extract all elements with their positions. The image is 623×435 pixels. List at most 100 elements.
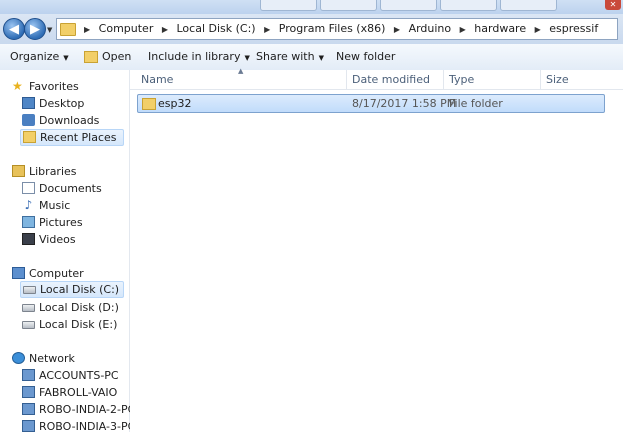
pictures-icon	[22, 216, 35, 228]
documents-icon	[22, 182, 35, 194]
chevron-right-icon[interactable]: ▶	[394, 25, 400, 34]
chevron-right-icon[interactable]: ▶	[162, 25, 168, 34]
nav-favorites-label: Favorites	[29, 80, 79, 93]
nav-libraries-label: Libraries	[29, 165, 77, 178]
open-folder-icon	[84, 51, 98, 63]
file-list-pane[interactable]: ▲ Name Date modified Type Size esp32 8/1…	[130, 67, 623, 432]
nav-music[interactable]: ♪ Music	[22, 198, 122, 214]
share-with-button[interactable]: Share with ▼	[256, 50, 324, 63]
nav-network-pc-label: ROBO-INDIA-3-PC	[39, 420, 136, 433]
nav-pictures[interactable]: Pictures	[22, 215, 122, 231]
nav-local-disk-c-label: Local Disk (C:)	[40, 283, 120, 296]
command-toolbar: Organize ▼ Open Include in library ▼ Share…	[0, 44, 623, 71]
desktop-icon	[22, 97, 35, 109]
nav-computer[interactable]: Computer	[12, 266, 122, 282]
column-divider[interactable]	[443, 70, 444, 89]
folder-icon	[142, 98, 156, 110]
breadcrumb-arduino[interactable]: Arduino	[409, 22, 452, 35]
column-divider[interactable]	[540, 70, 541, 89]
nav-libraries[interactable]: Libraries	[12, 164, 122, 180]
network-icon	[12, 352, 25, 364]
breadcrumb-program-files[interactable]: Program Files (x86)	[279, 22, 386, 35]
nav-network-pc-label: ACCOUNTS-PC	[39, 369, 119, 382]
new-folder-label: New folder	[336, 50, 396, 63]
forward-button[interactable]: ▶	[24, 18, 46, 40]
nav-local-disk-e[interactable]: Local Disk (E:)	[22, 317, 122, 333]
chevron-right-icon[interactable]: ▶	[460, 25, 466, 34]
include-in-library-label: Include in library	[148, 50, 241, 63]
background-tab[interactable]	[380, 0, 437, 11]
file-date-modified: 8/17/2017 1:58 PM	[352, 97, 457, 110]
nav-recent-places[interactable]: Recent Places	[20, 129, 124, 146]
nav-downloads[interactable]: Downloads	[22, 113, 122, 129]
new-folder-button[interactable]: New folder	[336, 50, 395, 63]
nav-network-pc[interactable]: ROBO-INDIA-2-PC	[22, 402, 135, 418]
nav-pictures-label: Pictures	[39, 216, 83, 229]
breadcrumb-computer[interactable]: Computer	[99, 22, 154, 35]
nav-network[interactable]: Network	[12, 351, 122, 367]
chevron-down-icon: ▼	[63, 54, 69, 62]
file-row[interactable]: esp32 8/17/2017 1:58 PM File folder	[137, 94, 605, 113]
background-tab[interactable]	[440, 0, 497, 11]
include-in-library-button[interactable]: Include in library ▼	[148, 50, 250, 63]
network-computer-icon	[22, 369, 35, 381]
column-header-row: ▲ Name Date modified Type Size	[130, 67, 623, 90]
column-divider[interactable]	[346, 70, 347, 89]
nav-local-disk-d[interactable]: Local Disk (D:)	[22, 300, 122, 316]
background-tab[interactable]	[260, 0, 317, 11]
breadcrumb-hardware[interactable]: hardware	[474, 22, 526, 35]
nav-network-pc[interactable]: FABROLL-VAIO	[22, 385, 122, 401]
organize-button[interactable]: Organize ▼	[10, 50, 69, 63]
title-strip: ✕	[0, 0, 623, 14]
nav-network-pc-label: ROBO-INDIA-2-PC	[39, 403, 136, 416]
chevron-right-icon[interactable]: ▶	[84, 25, 90, 34]
nav-recent-places-label: Recent Places	[40, 131, 117, 144]
nav-network-label: Network	[29, 352, 75, 365]
file-type: File folder	[449, 97, 503, 110]
background-tab[interactable]	[320, 0, 377, 11]
chevron-right-icon[interactable]: ▶	[264, 25, 270, 34]
address-bar[interactable]: ▶ Computer ▶ Local Disk (C:) ▶ Program F…	[56, 18, 618, 40]
share-with-label: Share with	[256, 50, 315, 63]
open-label: Open	[102, 50, 132, 63]
background-tab[interactable]	[500, 0, 557, 11]
navigation-pane[interactable]: ★ Favorites Desktop Downloads Recent Pla…	[0, 70, 135, 435]
breadcrumb-espressif[interactable]: espressif	[549, 22, 598, 35]
folder-icon	[60, 23, 76, 36]
chevron-down-icon: ▼	[244, 54, 250, 62]
network-computer-icon	[22, 403, 35, 415]
open-button[interactable]: Open	[84, 50, 131, 63]
column-header-size[interactable]: Size	[546, 73, 569, 86]
column-header-date-modified[interactable]: Date modified	[352, 73, 430, 86]
back-button[interactable]: ◀	[3, 18, 25, 40]
nav-documents-label: Documents	[39, 182, 102, 195]
network-computer-icon	[22, 420, 35, 432]
downloads-icon	[22, 114, 35, 126]
recent-pages-dropdown-icon[interactable]: ▼	[47, 26, 55, 34]
nav-documents[interactable]: Documents	[22, 181, 122, 197]
nav-local-disk-d-label: Local Disk (D:)	[39, 301, 119, 314]
music-icon: ♪	[24, 198, 33, 212]
chevron-right-icon[interactable]: ▶	[535, 25, 541, 34]
column-header-name[interactable]: Name	[141, 73, 173, 86]
nav-desktop[interactable]: Desktop	[22, 96, 122, 112]
nav-local-disk-c[interactable]: Local Disk (C:)	[20, 281, 124, 298]
libraries-icon	[12, 165, 25, 177]
close-icon[interactable]: ✕	[605, 0, 621, 10]
nav-network-pc[interactable]: ACCOUNTS-PC	[22, 368, 122, 384]
breadcrumb-local-disk-c[interactable]: Local Disk (C:)	[177, 22, 256, 35]
nav-music-label: Music	[39, 199, 71, 212]
videos-icon	[22, 233, 35, 245]
breadcrumb: ▶ Computer ▶ Local Disk (C:) ▶ Program F…	[79, 22, 598, 35]
drive-icon	[22, 321, 35, 329]
file-name: esp32	[158, 97, 192, 110]
nav-favorites[interactable]: ★ Favorites	[12, 79, 122, 95]
nav-videos-label: Videos	[39, 233, 76, 246]
nav-downloads-label: Downloads	[39, 114, 100, 127]
sort-ascending-icon: ▲	[238, 67, 244, 75]
nav-network-pc[interactable]: ROBO-INDIA-3-PC	[22, 419, 135, 435]
chevron-down-icon: ▼	[318, 54, 324, 62]
address-row: ◀ ▶ ▼ ▶ Computer ▶ Local Disk (C:) ▶ Pro…	[0, 14, 623, 44]
nav-videos[interactable]: Videos	[22, 232, 122, 248]
column-header-type[interactable]: Type	[449, 73, 474, 86]
